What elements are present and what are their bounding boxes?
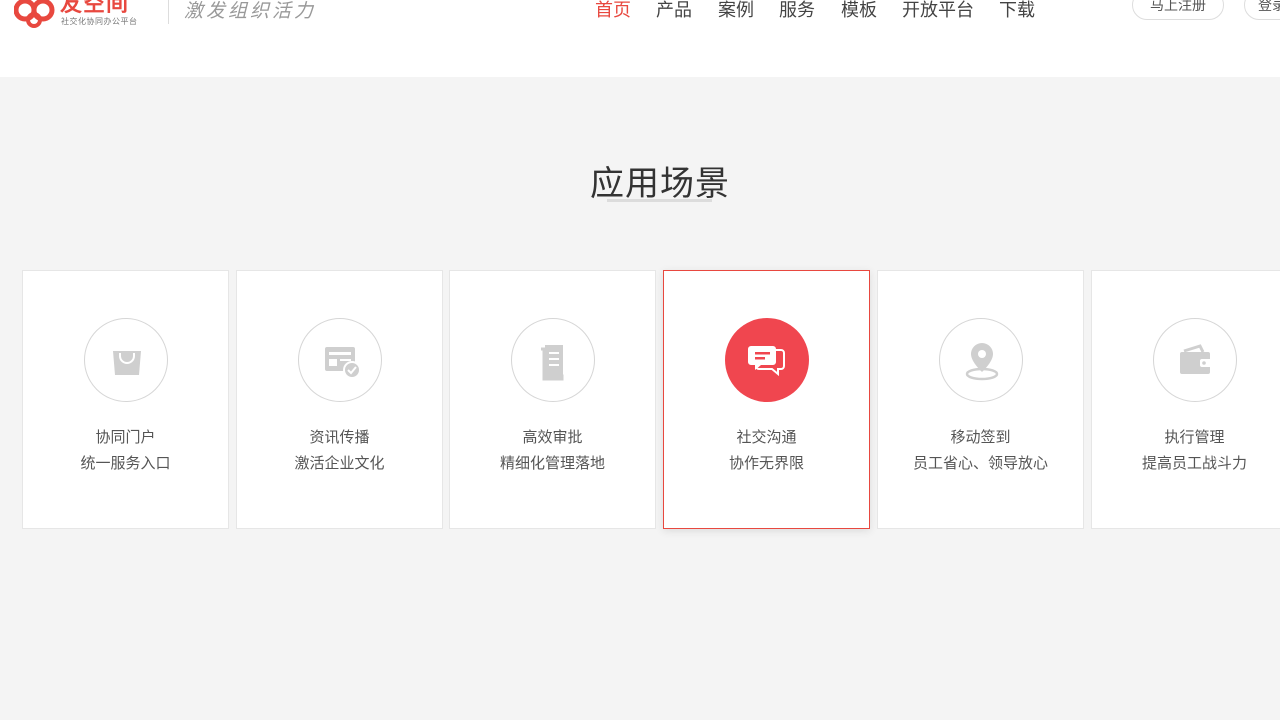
nav-item-open-platform[interactable]: 开放平台 <box>902 0 974 22</box>
scenario-card-checkin[interactable]: 移动签到 员工省心、领导放心 <box>877 270 1084 529</box>
card-subtitle: 统一服务入口 <box>80 454 171 472</box>
chat-bubbles-icon <box>748 346 785 377</box>
card-title: 社交沟通 <box>736 428 797 446</box>
scenario-card-social[interactable]: 社交沟通 协作无界限 <box>663 270 870 529</box>
icon-circle <box>298 318 382 402</box>
nav-item-products[interactable]: 产品 <box>656 0 692 22</box>
icon-circle <box>84 318 168 402</box>
card-title: 高效审批 <box>522 428 583 446</box>
card-subtitle: 协作无界限 <box>728 454 804 472</box>
scenario-card-portal[interactable]: 协同门户 统一服务入口 <box>22 270 229 529</box>
browser-status-bar <box>0 708 1280 720</box>
news-check-icon <box>325 347 361 379</box>
nav-item-cases[interactable]: 案例 <box>718 0 754 22</box>
shopping-bag-icon <box>113 351 141 375</box>
card-title: 移动签到 <box>950 428 1011 446</box>
icon-circle <box>939 318 1023 402</box>
nav-item-templates[interactable]: 模板 <box>841 0 877 22</box>
wallet-icon <box>1180 344 1212 374</box>
document-icon <box>541 345 564 381</box>
logo-mark-icon <box>14 0 55 28</box>
nav-item-home[interactable]: 首页 <box>595 0 631 22</box>
icon-circle <box>511 318 595 402</box>
logo[interactable]: 友空间 社交化协同办公平台 <box>14 0 154 32</box>
card-title: 执行管理 <box>1164 428 1225 446</box>
top-header: 友空间 社交化协同办公平台 激发组织活力 首页 产品 案例 服务 模板 开放平台… <box>0 0 1280 77</box>
card-subtitle: 激活企业文化 <box>294 454 385 472</box>
logo-subtitle: 社交化协同办公平台 <box>61 17 138 26</box>
location-pin-icon <box>965 343 999 381</box>
icon-circle <box>1153 318 1237 402</box>
slogan: 激发组织活力 <box>184 0 317 22</box>
card-subtitle: 精细化管理落地 <box>499 454 605 472</box>
scenario-card-approval[interactable]: 高效审批 精细化管理落地 <box>449 270 656 529</box>
card-title: 资讯传播 <box>309 428 370 446</box>
card-title: 协同门户 <box>95 428 156 446</box>
title-underline <box>607 199 712 202</box>
scenario-card-execution[interactable]: 执行管理 提高员工战斗力 <box>1091 270 1280 529</box>
section-title: 应用场景 <box>590 164 730 204</box>
register-button[interactable]: 马上注册 <box>1132 0 1224 20</box>
card-subtitle: 提高员工战斗力 <box>1141 454 1247 472</box>
nav-item-services[interactable]: 服务 <box>779 0 815 22</box>
scenario-card-news[interactable]: 资讯传播 激活企业文化 <box>236 270 443 529</box>
nav-item-download[interactable]: 下载 <box>999 0 1035 22</box>
icon-circle <box>725 318 809 402</box>
login-button[interactable]: 登录 <box>1244 0 1280 20</box>
card-subtitle: 员工省心、领导放心 <box>912 454 1048 472</box>
logo-divider <box>168 0 169 24</box>
